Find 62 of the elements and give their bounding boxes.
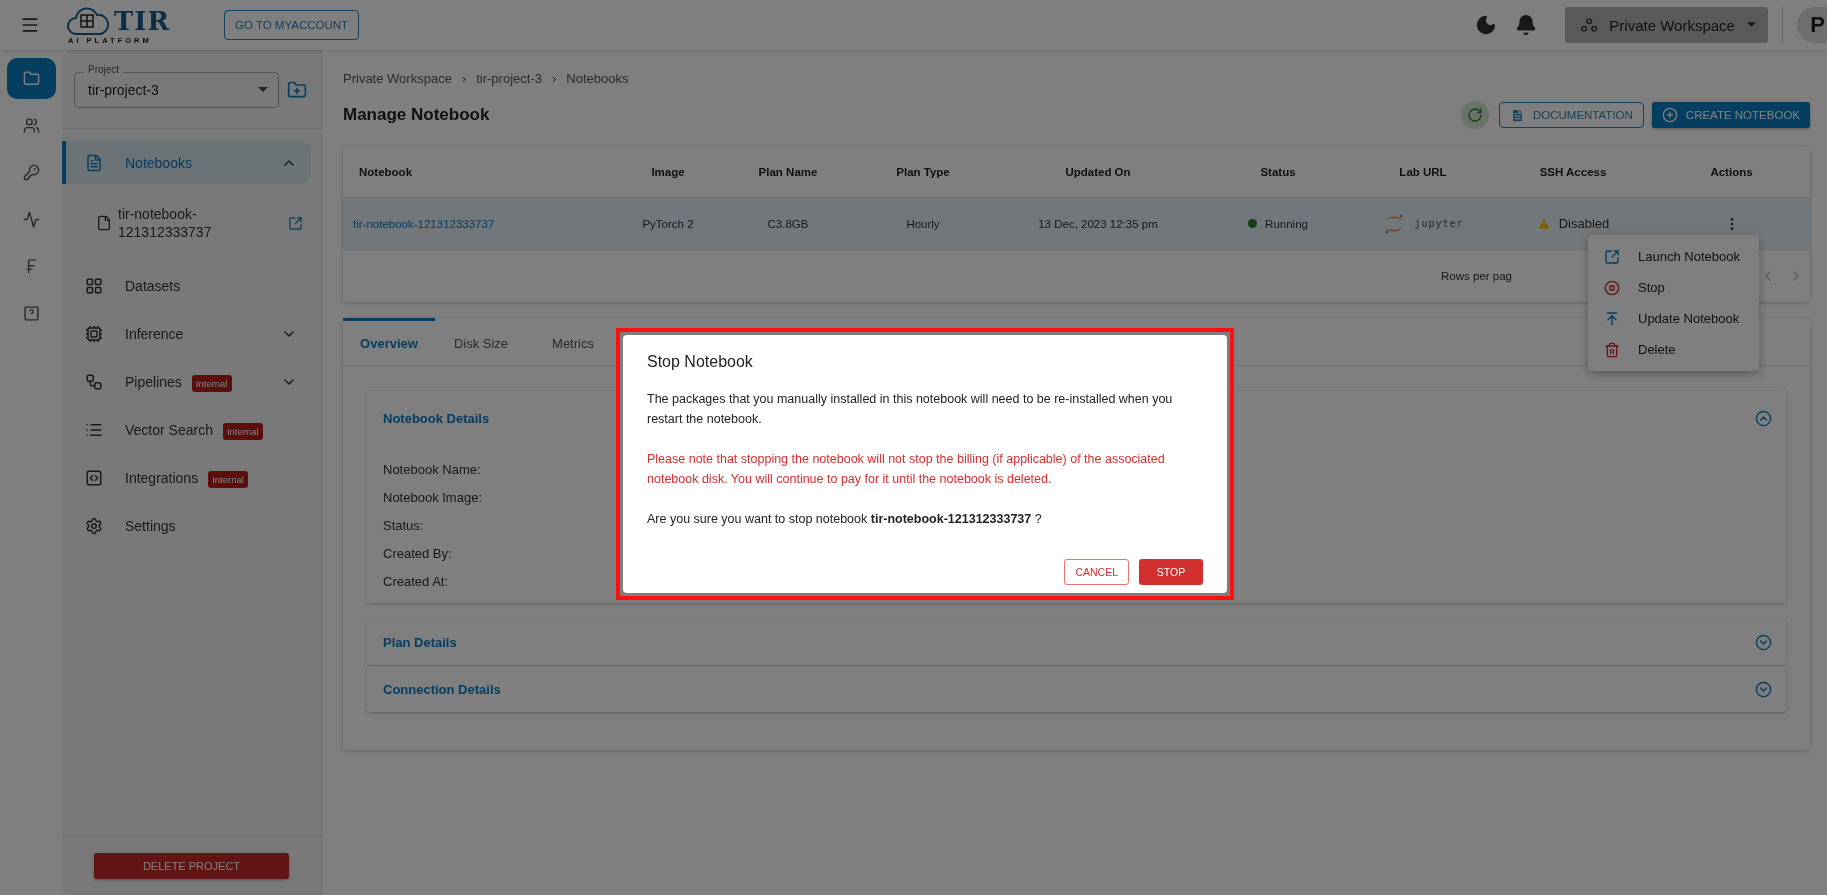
billing-warning: Please note that stopping the notebook will not stop the billing (if applicable) of the associated notebook disk. You will continue to pay for it until the notebook is deleted. [647,451,1166,488]
breadcrumb-item[interactable]: Private Workspace [343,71,452,86]
nav-label: Settings [125,517,176,534]
internal-badge: Internal [191,375,232,392]
table-cell: Hourly [853,198,993,250]
confirm-question: Are you sure you want to stop notebook tir-notebook-121312333737 ? [647,511,1043,528]
nav-label: Datasets [125,277,181,294]
tab[interactable]: Metrics [527,318,619,365]
my-account-button[interactable]: GO TO MYACCOUNT [224,10,360,40]
dialog-title: Stop Notebook [647,353,754,371]
nav-label: Pipelines [125,373,182,390]
menu-item[interactable]: Update Notebook [1588,303,1759,334]
delete-project-button[interactable]: DELETE PROJECT [94,853,289,879]
menu-item[interactable]: Stop [1588,272,1759,303]
table-cell: C3.8GB [723,198,853,250]
menu-item[interactable]: Launch Notebook [1588,241,1759,272]
breadcrumb-item[interactable]: tir-project-3 [476,71,542,86]
nav-label: Integrations [125,469,199,486]
section-title[interactable]: Notebook Details [383,410,490,426]
table-cell: PyTorch 2 [613,198,723,250]
breadcrumb-item[interactable]: Notebooks [566,71,629,86]
field-label: Created By: [383,546,452,561]
user-avatar[interactable]: P [1797,7,1827,43]
table-cell: 13 Dec, 2023 12:35 pm [993,198,1203,250]
status-text: Running [1265,217,1308,230]
nav-item[interactable]: Settings [62,504,311,547]
tab[interactable]: Disk Size [435,318,527,365]
create-notebook-button[interactable]: CREATE NOTEBOOK [1651,102,1810,128]
nav-item[interactable]: Datasets [62,264,311,307]
nav-item[interactable]: Vector Search Internal [62,408,311,451]
field-label: Created At: [383,574,449,589]
notebook-link[interactable]: tir-notebook-121312333737 [118,205,258,241]
nav-item[interactable]: Pipelines Internal [62,360,311,403]
section-title[interactable]: Plan Details [383,634,457,650]
menu-item[interactable]: Delete [1588,334,1759,365]
nav-label: Inference [125,325,184,342]
nav-label: Vector Search [125,421,213,438]
field-label: Notebook Image: [383,490,482,505]
nav-item[interactable]: Inference [62,312,311,355]
field-label: Status: [383,518,424,533]
workspace-selector[interactable]: Private Workspace [1565,7,1768,43]
breadcrumb-separator: › [461,71,467,86]
breadcrumb-separator: › [551,71,557,86]
dialog-message: The packages that you manually installed in this notebook will need to be re-installed when you restart the notebook. [647,391,1174,428]
stop-button[interactable]: STOP [1139,559,1203,585]
nav-item[interactable]: Notebooks [62,141,311,184]
tab[interactable]: Overview [343,318,435,365]
notebook-link[interactable]: tir-notebook-121312333737 [353,217,495,230]
nav-item[interactable]: Integrations Internal [62,456,311,499]
logo-title: TIR [114,7,171,34]
cancel-button[interactable]: CANCEL [1064,559,1129,585]
ssh-status-text: Disabled [1558,216,1610,231]
documentation-button[interactable]: DOCUMENTATION [1498,102,1644,128]
internal-badge: Internal [208,471,248,488]
section-title[interactable]: Connection Details [383,681,501,697]
internal-badge: Internal [222,423,263,440]
rows-per-page-label: Rows per pag [1441,270,1512,282]
nav-label: Notebooks [125,154,193,171]
project-label: Project [84,64,124,76]
page-title: Manage Notebook [343,105,490,125]
jupyter-link[interactable]: jupyter [1414,218,1464,229]
field-label: Notebook Name: [383,462,481,477]
